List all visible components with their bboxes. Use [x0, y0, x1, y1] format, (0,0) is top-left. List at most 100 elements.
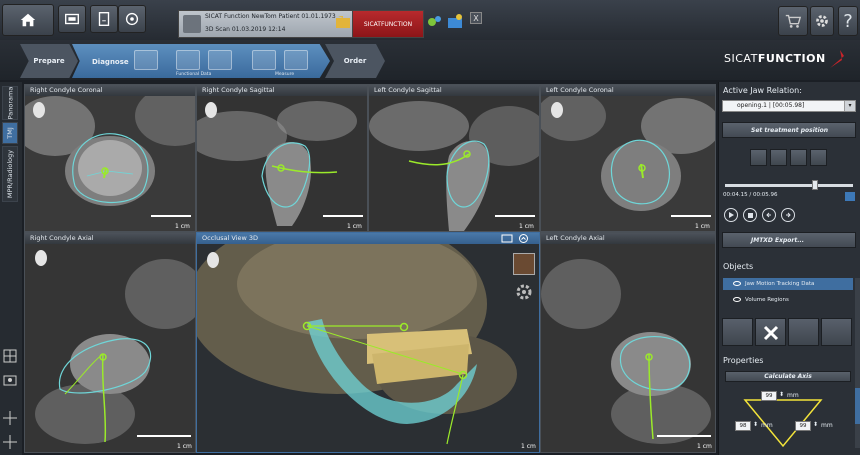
disc-button[interactable]	[118, 5, 146, 33]
unit-label: mm	[787, 392, 799, 399]
left-view-tabs: Panorama TMJ MPR/Radiology	[0, 82, 22, 455]
import-button[interactable]	[790, 149, 807, 166]
disc-icon	[125, 12, 139, 26]
eye-icon[interactable]	[733, 297, 741, 302]
patient-icon	[183, 15, 201, 33]
loop-icon[interactable]	[845, 192, 855, 201]
set-treatment-button[interactable]: Set treatment position	[722, 122, 856, 138]
sicat-function-tab[interactable]: SICATFUNCTION	[352, 10, 424, 38]
close-tab-button[interactable]: X	[470, 12, 482, 24]
view-settings-icon[interactable]	[501, 234, 513, 243]
tab-mpr-label: MPR/Radiology	[6, 149, 15, 199]
jaw-relation-select[interactable]: opening.1 | [00:05.98] ▾	[722, 100, 856, 112]
spinner-icon[interactable]: ⬍	[753, 421, 758, 428]
step-diagnose[interactable]: Diagnose Functional Data Measure	[72, 44, 330, 78]
view-left-condyle-sagittal[interactable]: Left Condyle Sagittal 1 cm	[368, 84, 540, 232]
patient-card[interactable]: SICAT Function NewTom Patient 01.01.1973…	[178, 10, 355, 38]
view-right-condyle-coronal[interactable]: Right Condyle Coronal 1 cm	[24, 84, 196, 232]
scrollbar-thumb[interactable]	[855, 388, 860, 424]
delete-object-button[interactable]	[755, 318, 786, 346]
unit-label: mm	[821, 422, 833, 429]
stop-button[interactable]	[743, 208, 757, 222]
step-order[interactable]: Order	[325, 44, 385, 78]
head-orientation-icon	[205, 102, 217, 118]
patient-photo-button[interactable]	[513, 253, 535, 275]
object-row-volume-regions[interactable]: Volume Regions	[723, 294, 853, 306]
cart-button[interactable]	[778, 6, 808, 36]
folder-star-icon[interactable]	[334, 12, 352, 30]
tool-distance-icon[interactable]	[252, 50, 276, 70]
redo-object-button[interactable]	[821, 318, 852, 346]
tool-angle-icon[interactable]	[284, 50, 308, 70]
set-treatment-label: Set treatment position	[751, 126, 829, 134]
scale-label: 1 cm	[695, 223, 710, 230]
step-back-button[interactable]	[762, 208, 776, 222]
green-link-icon[interactable]	[426, 12, 444, 30]
tool-trace-icon[interactable]	[134, 50, 158, 70]
blue-star-icon[interactable]	[446, 12, 464, 30]
scanner-button[interactable]	[58, 5, 86, 33]
tool-import-icon[interactable]	[176, 50, 200, 70]
document-button[interactable]	[90, 5, 118, 33]
view-title: Right Condyle Coronal	[25, 85, 195, 96]
home-icon	[20, 13, 36, 27]
patient-name: SICAT Function NewTom Patient 01.01.1973	[205, 13, 336, 20]
help-button[interactable]: ?	[838, 6, 858, 36]
tab-mpr-radiology[interactable]: MPR/Radiology	[2, 146, 18, 202]
view-left-condyle-coronal[interactable]: Left Condyle Coronal 1 cm	[540, 84, 716, 232]
collapse-icon[interactable]	[519, 234, 528, 243]
undo-object-button[interactable]	[788, 318, 819, 346]
eye-icon[interactable]	[733, 281, 741, 286]
gear-icon[interactable]	[513, 281, 535, 303]
view-occlusal-3d[interactable]: Occlusal View 3D 1 cm	[196, 232, 540, 453]
objects-title: Objects	[723, 262, 754, 271]
step-forward-button[interactable]	[781, 208, 795, 222]
axis-right-input[interactable]: 99	[795, 421, 811, 431]
layout-icon[interactable]	[2, 348, 18, 364]
settings-button[interactable]	[810, 6, 834, 36]
brand-mark-icon	[830, 50, 844, 68]
home-button[interactable]	[2, 4, 54, 36]
tab-tmj[interactable]: TMJ	[2, 122, 18, 144]
play-button[interactable]	[724, 208, 738, 222]
jmtxd-export-button[interactable]: JMTXD Export...	[722, 232, 856, 248]
chevron-down-icon: ▾	[844, 101, 855, 111]
screenshot-icon[interactable]	[2, 372, 18, 388]
stop-icon	[747, 212, 753, 218]
scale-bar	[657, 435, 711, 437]
ct-image	[541, 96, 715, 231]
view-title: Left Condyle Sagittal	[369, 85, 539, 96]
focus-object-button[interactable]	[722, 318, 753, 346]
spinner-icon[interactable]: ⬍	[813, 421, 818, 428]
gear-icon	[816, 15, 828, 27]
view-right-condyle-sagittal[interactable]: Right Condyle Sagittal 1 cm	[196, 84, 368, 232]
jaw-relation-value: opening.1 | [00:05.98]	[737, 102, 805, 109]
arrow-right-icon	[786, 212, 791, 218]
step-prepare[interactable]: Prepare	[20, 44, 78, 78]
brand-logo: SICATFUNCTION	[724, 52, 844, 72]
export-button[interactable]	[810, 149, 827, 166]
close-icon	[763, 325, 779, 341]
remove-jaw-relation-button[interactable]	[770, 149, 787, 166]
object-row-jaw-motion[interactable]: Jaw Motion Tracking Data	[723, 278, 853, 290]
objects-scrollbar[interactable]	[855, 278, 860, 448]
tab-panorama[interactable]: Panorama	[2, 86, 18, 120]
view-right-condyle-axial[interactable]: Right Condyle Axial 1 cm	[24, 232, 196, 453]
timeline-slider-handle[interactable]	[811, 180, 818, 190]
view-left-condyle-axial[interactable]: Left Condyle Axial 1 cm	[540, 232, 716, 453]
crosshair-alt-icon[interactable]	[2, 434, 18, 450]
timeline-slider[interactable]	[725, 184, 853, 187]
axis-left-input[interactable]: 98	[735, 421, 751, 431]
jmtxd-export-label: JMTXD Export...	[751, 236, 805, 244]
tool-jaw-icon[interactable]	[208, 50, 232, 70]
axis-top-input[interactable]: 99	[761, 391, 777, 401]
view-title: Left Condyle Axial	[541, 233, 715, 244]
calculate-axis-button[interactable]: Calculate Axis	[725, 371, 851, 382]
scale-label: 1 cm	[175, 223, 190, 230]
ct-image	[369, 96, 539, 231]
crosshair-icon[interactable]	[2, 410, 18, 426]
spinner-icon[interactable]: ⬍	[779, 391, 784, 398]
document-icon	[98, 12, 110, 26]
add-jaw-relation-button[interactable]	[750, 149, 767, 166]
view-title: Left Condyle Coronal	[541, 85, 715, 96]
